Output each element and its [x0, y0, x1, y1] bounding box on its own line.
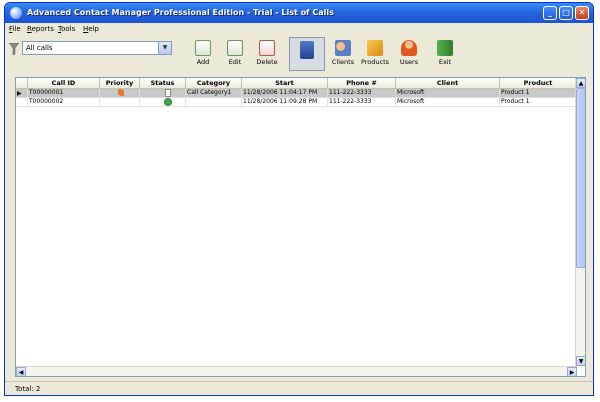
scroll-up-icon[interactable]: ▲: [576, 78, 585, 88]
call-filter-value: All calls: [26, 44, 53, 52]
row-pointer-icon: ▶: [17, 90, 22, 97]
vertical-scrollbar[interactable]: ▲ ▼: [575, 78, 585, 366]
cell-category: Call Category1: [186, 89, 242, 98]
calls-book-icon: [300, 41, 314, 59]
edit-button[interactable]: Edit: [217, 37, 253, 71]
cell-category: [186, 98, 242, 107]
maximize-button[interactable]: □: [559, 6, 573, 20]
cell-call-id: T00000002: [28, 98, 100, 107]
clients-label: Clients: [331, 58, 355, 66]
users-button[interactable]: Users: [391, 37, 427, 71]
column-header-product[interactable]: Product: [500, 78, 577, 89]
products-label: Products: [360, 58, 390, 66]
cell-start: 11/28/2006 11:09:28 PM: [242, 98, 328, 107]
app-window: Advanced Contact Manager Professional Ed…: [4, 2, 594, 396]
delete-icon: [259, 40, 275, 56]
add-label: Add: [196, 58, 210, 66]
row-selector-header: [16, 78, 28, 89]
calls-view-button[interactable]: [289, 37, 325, 71]
menu-reports[interactable]: Reports: [27, 25, 54, 33]
column-header-call-id[interactable]: Call ID: [28, 78, 100, 89]
delete-button[interactable]: Delete: [249, 37, 285, 71]
column-header-category[interactable]: Category: [186, 78, 242, 89]
column-header-status[interactable]: Status: [140, 78, 186, 89]
add-button[interactable]: Add: [185, 37, 221, 71]
cell-phone: 111-222-3333: [328, 89, 396, 98]
clients-icon: [335, 40, 351, 56]
minimize-button[interactable]: _: [543, 6, 557, 20]
filter-icon: [9, 43, 19, 55]
cell-priority: [100, 98, 140, 107]
column-header-phone[interactable]: Phone #: [328, 78, 396, 89]
menu-tools[interactable]: Tools: [58, 25, 75, 33]
user-icon: [401, 40, 417, 56]
table-row[interactable]: T00000002 11/28/2006 11:09:28 PM 111-222…: [16, 98, 577, 107]
cell-product: Product 1: [500, 89, 577, 98]
cell-product: Product 1: [500, 98, 577, 107]
toolbar: All calls ▼ Add Edit Delete Clients Prod…: [5, 35, 593, 75]
calls-grid[interactable]: Call ID Priority Status Category Start P…: [15, 77, 586, 377]
clients-button[interactable]: Clients: [325, 37, 361, 71]
cell-priority: [100, 89, 140, 98]
scroll-down-icon[interactable]: ▼: [576, 356, 585, 366]
window-title: Advanced Contact Manager Professional Ed…: [27, 8, 334, 17]
column-header-client[interactable]: Client: [396, 78, 500, 89]
cell-call-id: T00000001: [28, 89, 100, 98]
cell-status: [140, 98, 186, 107]
horizontal-scrollbar[interactable]: ◀ ▶: [16, 366, 577, 376]
row-indicator-cell: ▶: [16, 89, 28, 98]
status-bar: Total: 2: [5, 381, 593, 395]
edit-icon: [227, 40, 243, 56]
title-bar[interactable]: Advanced Contact Manager Professional Ed…: [5, 3, 593, 23]
products-button[interactable]: Products: [357, 37, 393, 71]
menu-bar: File Reports Tools Help: [5, 23, 593, 35]
delete-label: Delete: [256, 58, 278, 66]
column-header-start[interactable]: Start: [242, 78, 328, 89]
scroll-right-icon[interactable]: ▶: [567, 367, 577, 376]
menu-file[interactable]: File: [9, 25, 21, 33]
users-label: Users: [399, 58, 419, 66]
status-completed-icon: [164, 98, 172, 106]
column-header-priority[interactable]: Priority: [100, 78, 140, 89]
edit-label: Edit: [228, 58, 242, 66]
vertical-scroll-thumb[interactable]: [576, 88, 585, 268]
exit-button[interactable]: Exit: [427, 37, 463, 71]
cell-start: 11/28/2006 11:04:17 PM: [242, 89, 328, 98]
cell-phone: 111-222-3333: [328, 98, 396, 107]
exit-door-icon: [437, 40, 453, 56]
scroll-left-icon[interactable]: ◀: [16, 367, 26, 376]
table-row[interactable]: ▶ T00000001 Call Category1 11/28/2006 11…: [16, 89, 577, 98]
add-icon: [195, 40, 211, 56]
cell-client: Microsoft: [396, 89, 500, 98]
status-document-icon: [165, 89, 171, 97]
products-box-icon: [367, 40, 383, 56]
row-indicator-cell: [16, 98, 28, 107]
priority-high-icon: [118, 89, 124, 96]
grid-header: Call ID Priority Status Category Start P…: [16, 78, 577, 89]
app-icon: [10, 7, 22, 19]
cell-status: [140, 89, 186, 98]
exit-label: Exit: [438, 58, 452, 66]
chevron-down-icon[interactable]: ▼: [158, 42, 171, 54]
call-filter-select[interactable]: All calls ▼: [22, 41, 172, 55]
close-button[interactable]: ✕: [575, 6, 589, 20]
total-count: Total: 2: [15, 385, 41, 393]
cell-client: Microsoft: [396, 98, 500, 107]
menu-help[interactable]: Help: [83, 25, 99, 33]
